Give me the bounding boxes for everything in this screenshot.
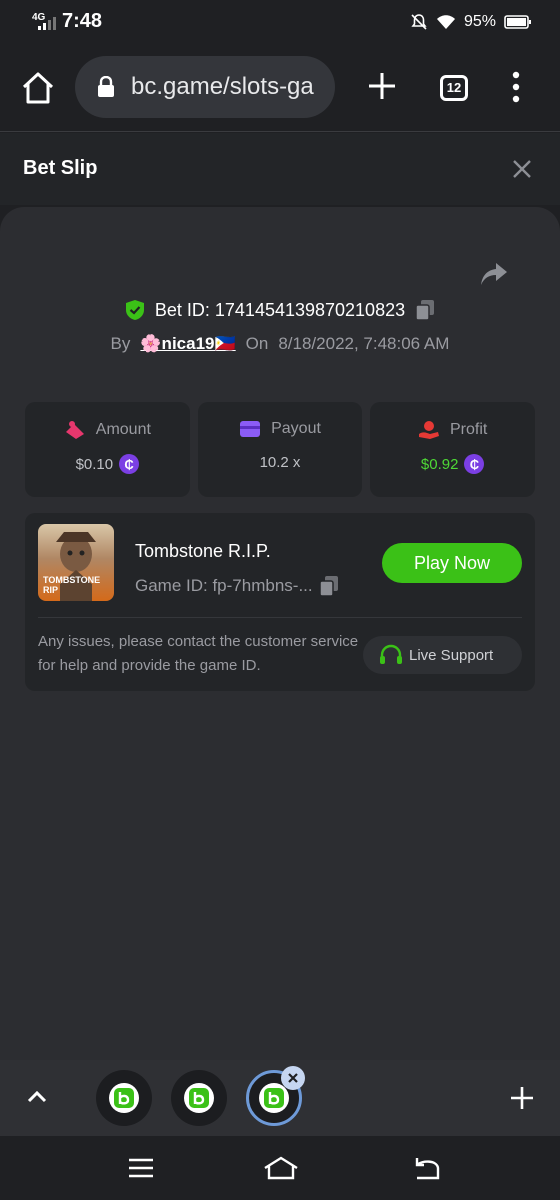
page-title: Bet Slip	[23, 157, 98, 179]
tab-thumbnail[interactable]	[171, 1070, 227, 1126]
bet-date: 8/18/2022, 7:48:06 AM	[278, 334, 450, 353]
new-tab-icon[interactable]	[364, 68, 400, 104]
bet-slip-panel: Bet ID: 1741454139870210823 By 🌸nica19🇵🇭…	[0, 207, 560, 1060]
game-id: Game ID: fp-7hmbns-...	[135, 576, 313, 595]
game-card: TOMBSTONE RIP Tombstone R.I.P. Game ID: …	[25, 513, 535, 691]
headset-icon	[380, 644, 402, 664]
stat-amount: Amount $0.10 ₵	[25, 402, 190, 497]
share-icon[interactable]	[480, 261, 508, 287]
coin-icon: ₵	[119, 454, 140, 474]
verified-shield-icon	[125, 300, 144, 320]
game-name: Tombstone R.I.P.	[135, 541, 271, 561]
system-nav-bar	[0, 1136, 560, 1200]
url-text[interactable]: bc.game/slots-ga	[131, 73, 314, 101]
lock-icon	[98, 76, 114, 97]
stat-value: $0.10	[75, 455, 114, 473]
thumbnail-logo: TOMBSTONE RIP	[43, 575, 101, 595]
on-label: On	[245, 334, 269, 353]
tab-thumbnail[interactable]	[96, 1070, 152, 1126]
home-nav-icon[interactable]	[262, 1154, 300, 1182]
stat-label: Amount	[95, 421, 151, 438]
stat-profit: Profit $0.92 ₵	[370, 402, 536, 497]
coin-icon: ₵	[464, 454, 485, 474]
close-tab-button[interactable]	[281, 1066, 305, 1090]
tab-switcher-button[interactable]: 12	[440, 75, 468, 101]
back-icon[interactable]	[412, 1154, 442, 1182]
address-bar[interactable]: bc.game/slots-ga	[75, 56, 335, 118]
stat-payout: Payout 10.2 x	[197, 402, 363, 497]
copy-icon[interactable]	[318, 575, 339, 597]
chevron-up-icon[interactable]	[24, 1084, 50, 1110]
live-support-label: Live Support	[409, 646, 494, 664]
stat-value: 10.2 x	[259, 454, 301, 471]
amount-icon	[65, 421, 84, 439]
bcgame-favicon-icon	[114, 1088, 134, 1108]
status-icons: 95%	[410, 10, 532, 34]
close-icon	[288, 1073, 298, 1083]
status-bar: 4G 7:48 95%	[0, 0, 560, 44]
tab-strip	[0, 1060, 560, 1136]
add-tab-icon[interactable]	[508, 1084, 536, 1112]
close-icon[interactable]	[510, 157, 534, 181]
battery-icon	[504, 15, 531, 29]
bcgame-favicon-icon	[264, 1088, 284, 1108]
stat-label: Profit	[450, 421, 488, 438]
bet-id: Bet ID: 1741454139870210823	[154, 299, 406, 320]
stat-value: $0.92	[420, 455, 459, 473]
game-id-row: Game ID: fp-7hmbns-...	[135, 575, 339, 597]
battery-percent: 95%	[463, 13, 496, 30]
stat-label: Payout	[271, 420, 321, 437]
play-now-button[interactable]: Play Now	[382, 543, 522, 583]
support-notice: Any issues, please contact the customer …	[38, 633, 359, 674]
wallet-card-icon	[240, 421, 261, 437]
bet-slip-header: Bet Slip	[0, 133, 560, 205]
recents-icon[interactable]	[126, 1154, 156, 1182]
dnd-bell-icon	[411, 14, 427, 30]
more-menu-icon[interactable]	[506, 70, 526, 104]
game-thumbnail[interactable]: TOMBSTONE RIP	[38, 524, 114, 601]
profit-hand-icon	[419, 421, 439, 439]
bcgame-favicon-icon	[189, 1088, 209, 1108]
live-support-button[interactable]: Live Support	[363, 636, 522, 674]
username-link[interactable]: 🌸nica19🇵🇭	[140, 334, 235, 354]
home-icon[interactable]	[18, 68, 58, 108]
bet-meta-row: By 🌸nica19🇵🇭 On 8/18/2022, 7:48:06 AM	[0, 334, 560, 354]
copy-icon[interactable]	[415, 299, 435, 321]
wifi-icon	[436, 15, 455, 29]
browser-toolbar: bc.game/slots-ga 12	[0, 44, 560, 132]
signal-icon	[38, 17, 56, 30]
bet-stats: Amount $0.10 ₵ Payout 10.2 x Profit $0.9…	[25, 402, 536, 497]
bet-id-row: Bet ID: 1741454139870210823	[0, 299, 560, 326]
by-label: By	[110, 334, 131, 353]
divider	[38, 617, 522, 618]
clock: 7:48	[62, 10, 103, 32]
